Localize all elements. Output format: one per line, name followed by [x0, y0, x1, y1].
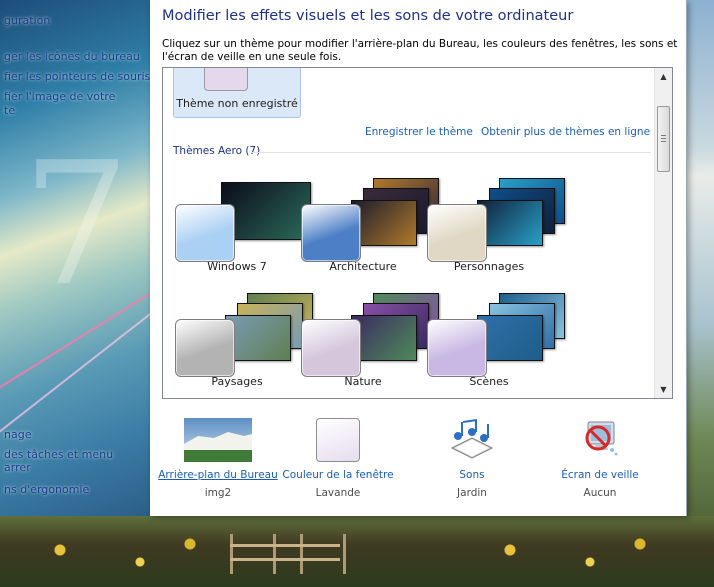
window-color-value: Lavande — [315, 487, 361, 499]
vertical-scrollbar[interactable]: ▲ ▼ — [654, 68, 672, 398]
theme-personnages[interactable]: Personnages — [427, 168, 565, 280]
screensaver-setting[interactable]: Écran de veille Aucun — [540, 414, 660, 504]
flowers-decoration — [470, 526, 670, 586]
aero-themes-header: Thèmes Aero (7) — [173, 145, 261, 157]
personalization-window: Modifier les effets visuels et les sons … — [150, 0, 687, 516]
sounds-setting[interactable]: Sons Jardin — [412, 414, 532, 504]
page-description: Cliquez sur un thème pour modifier l'arr… — [162, 38, 678, 63]
scrollbar-thumb[interactable] — [657, 106, 670, 172]
unsaved-theme-swatch — [204, 68, 248, 91]
nav-link-account-picture[interactable]: fier l'image de votre — [4, 90, 115, 104]
window-color-setting[interactable]: Couleur de la fenêtre Lavande — [278, 414, 398, 504]
theme-name: Scènes — [469, 375, 509, 388]
desktop-background-thumbnail — [184, 418, 252, 462]
theme-color-preview — [301, 204, 361, 262]
theme-name: Windows 7 — [207, 260, 267, 273]
theme-name: Personnages — [453, 260, 525, 273]
theme-color-preview — [427, 319, 487, 377]
theme-color-preview — [175, 204, 235, 262]
nav-link-account-picture-cont[interactable]: te — [4, 104, 15, 118]
theme-name: Paysages — [211, 375, 263, 388]
music-notes-icon — [450, 419, 494, 459]
sounds-value: Jardin — [457, 487, 487, 499]
theme-nature[interactable]: Nature — [301, 283, 439, 395]
desktop-background-link[interactable]: Arrière-plan du Bureau — [158, 469, 278, 481]
unsaved-theme-label: Thème non enregistré — [176, 97, 298, 110]
flowers-decoration — [20, 526, 220, 586]
fence-post — [230, 534, 276, 574]
nav-link-mouse-pointers[interactable]: fier les pointeurs de souris — [4, 70, 150, 84]
left-nav-pane: 7 guration ger les icônes du bureau fier… — [0, 0, 150, 516]
theme-color-preview — [175, 319, 235, 377]
desktop-background-setting[interactable]: Arrière-plan du Bureau img2 — [158, 414, 278, 504]
desktop-background-value: img2 — [204, 487, 232, 499]
window-color-swatch — [316, 418, 360, 462]
see-also-taskbar[interactable]: des tâches et menu — [4, 448, 113, 462]
fence-rail — [230, 544, 340, 547]
desktop-wallpaper-right — [686, 0, 714, 587]
screensaver-value: Aucun — [583, 487, 617, 499]
window-color-link[interactable]: Couleur de la fenêtre — [278, 469, 398, 481]
desktop-wallpaper-bottom — [0, 516, 714, 587]
more-themes-link[interactable]: Obtenir plus de thèmes en ligne — [481, 126, 650, 138]
sounds-link[interactable]: Sons — [412, 469, 532, 481]
theme-architecture[interactable]: Architecture — [301, 168, 439, 280]
theme-name: Nature — [344, 375, 382, 388]
screensaver-link[interactable]: Écran de veille — [540, 469, 660, 481]
scroll-up-arrow-icon[interactable]: ▲ — [655, 68, 672, 85]
see-also-taskbar-cont[interactable]: arrer — [4, 461, 31, 475]
theme-scenes[interactable]: Scènes — [427, 283, 565, 395]
windows-7-logo: 7 — [22, 126, 131, 324]
grip-icon — [661, 135, 666, 142]
nav-link-desktop-icons[interactable]: ger les icônes du bureau — [4, 50, 140, 64]
theme-paysages[interactable]: Paysages — [175, 283, 313, 395]
save-theme-link[interactable]: Enregistrer le thème — [365, 126, 473, 138]
theme-name: Architecture — [329, 260, 397, 273]
scroll-down-arrow-icon[interactable]: ▼ — [655, 381, 672, 398]
see-also-ease-of-access[interactable]: ns d'ergonomie — [4, 483, 89, 497]
no-screensaver-icon — [585, 421, 618, 456]
unsaved-theme-item[interactable]: Thème non enregistré — [173, 68, 301, 118]
theme-windows-7[interactable]: Windows 7 — [175, 168, 311, 280]
theme-color-preview — [301, 319, 361, 377]
nav-link-configuration[interactable]: guration — [4, 14, 50, 28]
fence-rail — [230, 558, 340, 561]
theme-color-preview — [427, 204, 487, 262]
page-title: Modifier les effets visuels et les sons … — [162, 8, 574, 24]
see-also-display[interactable]: nage — [4, 428, 31, 442]
group-divider — [251, 152, 651, 153]
fence-post — [300, 534, 346, 574]
theme-list[interactable]: Thème non enregistré Enregistrer le thèm… — [162, 67, 673, 399]
